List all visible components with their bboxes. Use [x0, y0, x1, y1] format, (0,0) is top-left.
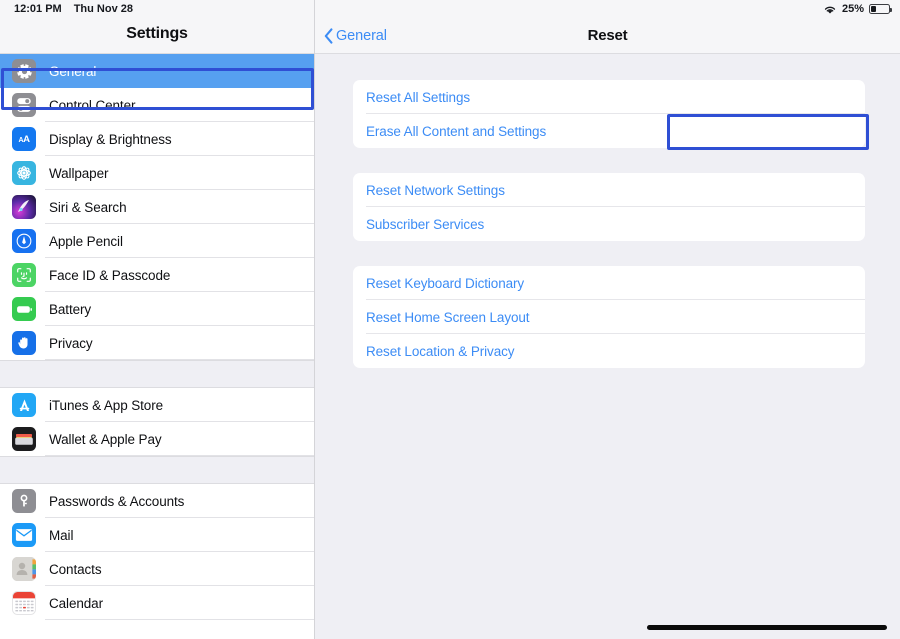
- sidebar-item-label: Wallpaper: [49, 165, 109, 181]
- detail-title: Reset: [587, 27, 628, 44]
- sidebar-item-calendar[interactable]: Calendar: [0, 586, 314, 620]
- row-divider: [45, 455, 314, 456]
- sidebar-item-label: Apple Pencil: [49, 233, 123, 249]
- sidebar-group-separator: [0, 360, 314, 388]
- row-divider: [366, 240, 865, 241]
- reset-row-reset-home-screen-layout[interactable]: Reset Home Screen Layout: [353, 300, 865, 334]
- sidebar-item-control-center[interactable]: Control Center: [0, 88, 314, 122]
- reset-row-label: Reset Network Settings: [366, 182, 505, 198]
- sidebar-item-label: Display & Brightness: [49, 131, 172, 147]
- text-size-icon: AA: [12, 127, 36, 151]
- sidebar-item-label: Mail: [49, 527, 74, 543]
- sidebar-item-face-id-passcode[interactable]: Face ID & Passcode: [0, 258, 314, 292]
- wallet-icon: [12, 427, 36, 451]
- battery-icon: [12, 297, 36, 321]
- detail-body: Reset All Settings Erase All Content and …: [315, 54, 900, 639]
- sidebar-item-label: General: [49, 63, 97, 79]
- page-title: Settings: [126, 25, 188, 42]
- sidebar-item-passwords-accounts[interactable]: Passwords & Accounts: [0, 484, 314, 518]
- reset-detail-pane: General Reset Reset All Settings Erase Al…: [315, 0, 900, 639]
- sidebar-item-label: Control Center: [49, 97, 136, 113]
- sidebar-item-label: Passwords & Accounts: [49, 493, 185, 509]
- sidebar-item-label: Battery: [49, 301, 92, 317]
- detail-header: General Reset: [315, 0, 900, 54]
- sidebar-item-label: Privacy: [49, 335, 93, 351]
- sidebar-item-siri-search[interactable]: Siri & Search: [0, 190, 314, 224]
- sidebar-item-label: iTunes & App Store: [49, 397, 164, 413]
- reset-row-label: Reset Keyboard Dictionary: [366, 275, 525, 291]
- reset-row-label: Reset Location & Privacy: [366, 343, 515, 359]
- row-divider: [366, 367, 865, 368]
- reset-options-card: Reset Network Settings Subscriber Service…: [353, 173, 865, 241]
- row-divider: [45, 619, 314, 620]
- sidebar-item-label: Wallet & Apple Pay: [49, 431, 162, 447]
- sidebar-item-wallpaper[interactable]: Wallpaper: [0, 156, 314, 190]
- reset-row-reset-all-settings[interactable]: Reset All Settings: [353, 80, 865, 114]
- siri-icon: [12, 195, 36, 219]
- hand-icon: [12, 331, 36, 355]
- sidebar-item-label: Siri & Search: [49, 199, 127, 215]
- row-divider: [45, 359, 314, 360]
- reset-row-erase-all-content-and-settings[interactable]: Erase All Content and Settings: [353, 114, 865, 148]
- sidebar-header: Settings: [0, 0, 314, 54]
- sidebar-item-label: Contacts: [49, 561, 102, 577]
- app-store-icon: [12, 393, 36, 417]
- sidebar-item-general[interactable]: General: [0, 54, 314, 88]
- home-indicator[interactable]: [647, 625, 887, 630]
- apple-pencil-icon: [12, 229, 36, 253]
- sidebar-item-label: Face ID & Passcode: [49, 267, 171, 283]
- reset-row-label: Erase All Content and Settings: [366, 123, 547, 139]
- row-divider: [366, 147, 865, 148]
- flower-icon: [12, 161, 36, 185]
- reset-row-label: Reset Home Screen Layout: [366, 309, 530, 325]
- sidebar-item-itunes-app-store[interactable]: iTunes & App Store: [0, 388, 314, 422]
- reset-options-card: Reset Keyboard Dictionary Reset Home Scre…: [353, 266, 865, 368]
- sidebar-item-label: Calendar: [49, 595, 103, 611]
- key-icon: [12, 489, 36, 513]
- ipad-settings-screen: 12:01 PM Thu Nov 28 25% Settings General…: [0, 0, 900, 639]
- gear-icon: [12, 59, 36, 83]
- sidebar-item-contacts[interactable]: Contacts: [0, 552, 314, 586]
- settings-sidebar: Settings General Control Center AA Display …: [0, 0, 315, 639]
- calendar-icon: [12, 591, 36, 615]
- sidebar-item-battery[interactable]: Battery: [0, 292, 314, 326]
- reset-row-label: Subscriber Services: [366, 216, 485, 232]
- sidebar-item-wallet-apple-pay[interactable]: Wallet & Apple Pay: [0, 422, 314, 456]
- reset-row-reset-location-privacy[interactable]: Reset Location & Privacy: [353, 334, 865, 368]
- sliders-icon: [12, 93, 36, 117]
- sidebar-group-separator: [0, 456, 314, 484]
- reset-row-subscriber-services[interactable]: Subscriber Services: [353, 207, 865, 241]
- contacts-icon: [12, 557, 36, 581]
- sidebar-item-mail[interactable]: Mail: [0, 518, 314, 552]
- sidebar-item-privacy[interactable]: Privacy: [0, 326, 314, 360]
- reset-row-reset-keyboard-dictionary[interactable]: Reset Keyboard Dictionary: [353, 266, 865, 300]
- sidebar-item-display-brightness[interactable]: AA Display & Brightness: [0, 122, 314, 156]
- reset-options-card: Reset All Settings Erase All Content and …: [353, 80, 865, 148]
- mail-icon: [12, 523, 36, 547]
- face-id-icon: [12, 263, 36, 287]
- sidebar-item-list: General Control Center AA Display & Brightn…: [0, 54, 314, 639]
- reset-row-label: Reset All Settings: [366, 89, 471, 105]
- reset-row-reset-network-settings[interactable]: Reset Network Settings: [353, 173, 865, 207]
- sidebar-item-apple-pencil[interactable]: Apple Pencil: [0, 224, 314, 258]
